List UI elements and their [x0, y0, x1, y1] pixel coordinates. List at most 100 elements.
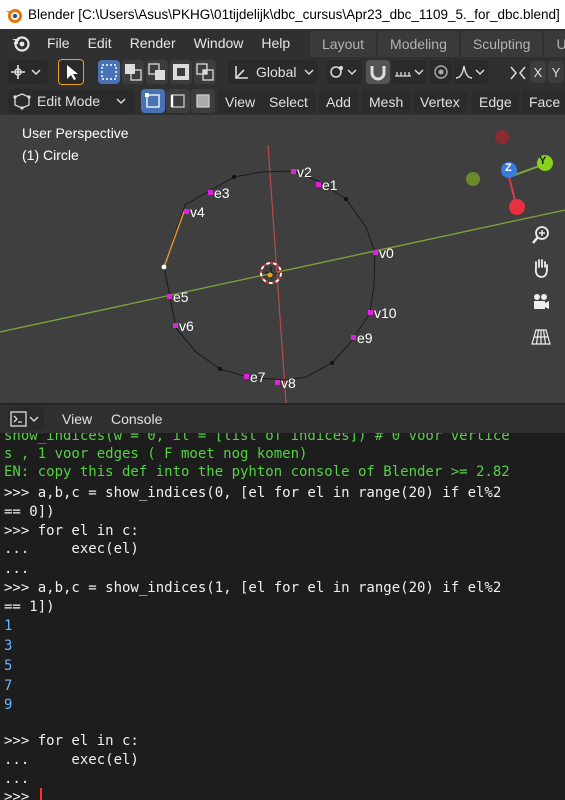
- chevron-down-icon: [116, 98, 126, 104]
- select-extend-button[interactable]: [122, 60, 144, 84]
- text-cursor: [40, 788, 42, 800]
- console-line: >>> a,b,c = show_indices(0, [el for el i…: [4, 485, 502, 501]
- cursor-arrow-icon: [67, 65, 78, 80]
- pivot-point-icon: [330, 66, 357, 78]
- console-output-line: 9: [4, 697, 13, 713]
- mirror-icon: [510, 66, 526, 80]
- snap-element-dropdown[interactable]: [392, 60, 426, 84]
- tab-modeling[interactable]: Modeling: [378, 31, 459, 57]
- gizmo-y-label: Y: [539, 155, 547, 167]
- menu-select[interactable]: Select: [262, 91, 315, 113]
- console-header: View Console: [0, 403, 565, 433]
- select-new-button[interactable]: [98, 60, 120, 84]
- proportional-edit-button[interactable]: [430, 60, 452, 84]
- vertex-select-mode-button[interactable]: [141, 89, 165, 113]
- menu-face[interactable]: Face: [522, 91, 565, 113]
- select-invert-icon: [173, 64, 189, 80]
- camera-view-button[interactable]: [526, 287, 556, 317]
- proportional-edit-icon: [434, 65, 448, 79]
- pivot-point-dropdown[interactable]: [326, 60, 362, 84]
- tool-settings-header: Global X Y: [0, 57, 565, 87]
- menu-render[interactable]: Render: [121, 35, 185, 51]
- select-box-new-icon: [101, 64, 117, 80]
- console-line: >>> for el in c:: [4, 733, 139, 749]
- edge-select-mode-button[interactable]: [166, 89, 190, 113]
- menu-edge[interactable]: Edge: [472, 91, 519, 113]
- python-console[interactable]: show_indices(w = 0, il = [list of indice…: [0, 433, 565, 800]
- index-label: e5: [167, 289, 189, 305]
- 3d-viewport[interactable]: User Perspective (1) Circle Y Z v2 e1 e3…: [0, 115, 565, 403]
- console-line: ...: [4, 561, 30, 577]
- menu-edit[interactable]: Edit: [79, 35, 121, 51]
- selected-edge: [163, 208, 186, 268]
- top-menubar: File Edit Render Window Help Layout Mode…: [0, 29, 565, 57]
- camera-icon: [534, 294, 549, 309]
- mode-dropdown[interactable]: Edit Mode: [8, 89, 134, 113]
- mirror-x-toggle[interactable]: X: [530, 61, 546, 83]
- edit-mode-icon: [13, 93, 31, 110]
- blender-menu-icon[interactable]: [10, 32, 32, 54]
- mesh-vertices: [218, 175, 348, 371]
- index-label: v2: [291, 164, 312, 180]
- face-select-icon: [196, 94, 210, 108]
- title-bar: Blender [C:\Users\Asus\PKHG\01tijdelijk\…: [0, 0, 565, 29]
- console-line: s , 1 voor edges ( F moet nog komen): [4, 446, 308, 462]
- zoom-button[interactable]: [526, 220, 556, 250]
- console-line: >>> for el in c:: [4, 523, 139, 539]
- index-label: v10: [368, 305, 397, 321]
- falloff-dropdown[interactable]: [454, 60, 488, 84]
- 3d-cursor-icon: [260, 262, 282, 284]
- tab-sculpting[interactable]: Sculpting: [460, 31, 543, 57]
- select-subtract-button[interactable]: [146, 60, 168, 84]
- menu-view[interactable]: View: [218, 91, 263, 113]
- orientation-label: Global: [256, 64, 297, 80]
- perspective-toggle-button[interactable]: [526, 322, 556, 352]
- menu-vertex[interactable]: Vertex: [413, 91, 467, 113]
- orientation-axes-icon: [235, 66, 248, 79]
- console-line: ...: [4, 771, 30, 787]
- selected-vertex: [161, 264, 167, 270]
- tab-uv[interactable]: UV: [544, 31, 565, 57]
- console-output-line: 3: [4, 638, 13, 654]
- editor-type-dropdown[interactable]: [8, 407, 44, 431]
- index-label: e9: [351, 330, 373, 346]
- transform-orientation-dropdown[interactable]: Global: [228, 60, 318, 84]
- menu-file[interactable]: File: [38, 35, 79, 51]
- pan-button[interactable]: [526, 253, 556, 283]
- select-invert-button[interactable]: [170, 60, 192, 84]
- index-label: e3: [208, 185, 230, 201]
- menu-mesh[interactable]: Mesh: [362, 91, 411, 113]
- window-title: Blender [C:\Users\Asus\PKHG\01tijdelijk\…: [28, 7, 560, 22]
- gizmo-z-label: Z: [505, 162, 512, 174]
- tool-options-button[interactable]: [8, 60, 48, 84]
- console-icon: [10, 411, 39, 427]
- chevron-down-icon: [304, 69, 314, 75]
- console-menu-view[interactable]: View: [62, 411, 92, 427]
- menu-window[interactable]: Window: [185, 35, 253, 51]
- viewport-canvas: [0, 130, 565, 403]
- console-output-line: 5: [4, 658, 13, 674]
- tab-layout[interactable]: Layout: [310, 31, 377, 57]
- face-select-mode-button[interactable]: [191, 89, 215, 113]
- select-intersect-button[interactable]: [194, 60, 216, 84]
- snap-toggle-button[interactable]: [366, 60, 390, 84]
- menu-help[interactable]: Help: [252, 35, 299, 51]
- select-extend-icon: [125, 64, 142, 81]
- console-line: show_indices(w = 0, il = [list of indice…: [4, 433, 510, 444]
- select-intersect-icon: [196, 63, 214, 81]
- hand-icon: [534, 259, 548, 278]
- console-output-line: 1: [4, 618, 13, 634]
- menu-add[interactable]: Add: [319, 91, 358, 113]
- mirror-y-toggle[interactable]: Y: [548, 61, 564, 83]
- index-label: e7: [244, 369, 266, 385]
- magnet-icon: [370, 66, 386, 81]
- select-tool-button[interactable]: [58, 59, 84, 85]
- console-output-line: 7: [4, 678, 13, 694]
- transform-tool-icon: [11, 65, 41, 79]
- console-prompt[interactable]: >>>: [4, 788, 38, 800]
- index-label: v0: [373, 245, 394, 261]
- console-menu-console[interactable]: Console: [111, 411, 162, 427]
- index-label: v6: [173, 318, 194, 334]
- zoom-icon: [532, 226, 549, 244]
- x-axis-line: [0, 209, 565, 333]
